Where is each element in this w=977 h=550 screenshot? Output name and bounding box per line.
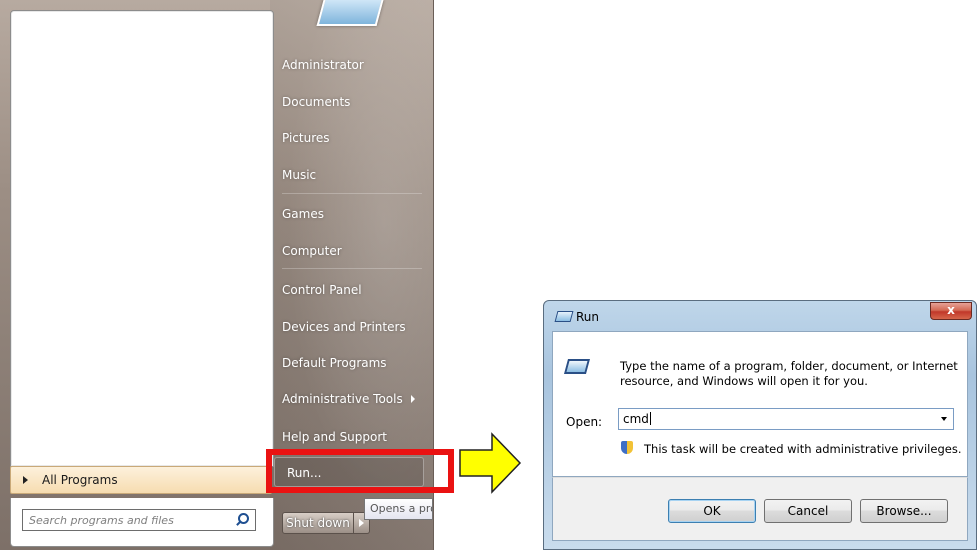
close-icon: x xyxy=(947,303,955,317)
open-input[interactable]: cmd xyxy=(618,408,954,430)
highlight-box xyxy=(266,449,454,493)
expand-arrow-icon xyxy=(23,476,28,484)
menu-item-administrator[interactable]: Administrator xyxy=(282,58,364,72)
dialog-title: Run xyxy=(576,310,600,324)
ok-button[interactable]: OK xyxy=(668,499,756,523)
menu-separator xyxy=(282,268,422,269)
menu-item-default-programs[interactable]: Default Programs xyxy=(282,356,387,370)
browse-button[interactable]: Browse... xyxy=(860,499,948,523)
dialog-description: Type the name of a program, folder, docu… xyxy=(620,359,960,389)
menu-item-music[interactable]: Music xyxy=(282,168,316,182)
run-dialog: Run x Type the name of a program, folder… xyxy=(543,300,977,550)
title-bar[interactable]: Run x xyxy=(544,301,976,329)
start-menu: All Programs Search programs and files A… xyxy=(0,0,454,550)
search-icon[interactable] xyxy=(235,513,249,527)
shield-icon xyxy=(621,441,633,454)
all-programs-button[interactable]: All Programs xyxy=(10,466,272,494)
administrative-tools-label: Administrative Tools xyxy=(282,392,403,406)
menu-item-devices-printers[interactable]: Devices and Printers xyxy=(282,320,406,334)
menu-item-administrative-tools[interactable]: Administrative Tools xyxy=(282,392,415,406)
menu-item-games[interactable]: Games xyxy=(282,207,324,221)
close-button[interactable]: x xyxy=(930,302,972,320)
menu-item-help-support[interactable]: Help and Support xyxy=(282,430,387,444)
programs-pane xyxy=(10,10,274,467)
shutdown-button[interactable]: Shut down xyxy=(282,512,354,534)
search-placeholder: Search programs and files xyxy=(29,513,174,527)
all-programs-label: All Programs xyxy=(42,473,118,487)
run-icon xyxy=(554,311,574,322)
user-picture-icon[interactable] xyxy=(316,0,384,26)
description-line-1: Type the name of a program, folder, docu… xyxy=(620,359,958,373)
menu-separator xyxy=(282,193,422,194)
menu-item-pictures[interactable]: Pictures xyxy=(282,131,330,145)
dropdown-arrow-icon[interactable] xyxy=(941,417,947,421)
search-input[interactable]: Search programs and files xyxy=(22,509,256,531)
admin-privileges-note: This task will be created with administr… xyxy=(644,442,962,456)
yellow-arrow-icon xyxy=(459,432,522,494)
run-icon xyxy=(563,359,591,374)
cancel-button[interactable]: Cancel xyxy=(764,499,852,523)
submenu-arrow-icon xyxy=(410,395,415,403)
menu-item-computer[interactable]: Computer xyxy=(282,244,342,258)
menu-item-control-panel[interactable]: Control Panel xyxy=(282,283,362,297)
description-line-2: resource, and Windows will open it for y… xyxy=(620,374,868,388)
open-label: Open: xyxy=(566,415,603,429)
run-tooltip: Opens a pro xyxy=(364,498,433,520)
open-input-value: cmd xyxy=(623,412,649,426)
menu-item-documents[interactable]: Documents xyxy=(282,95,350,109)
